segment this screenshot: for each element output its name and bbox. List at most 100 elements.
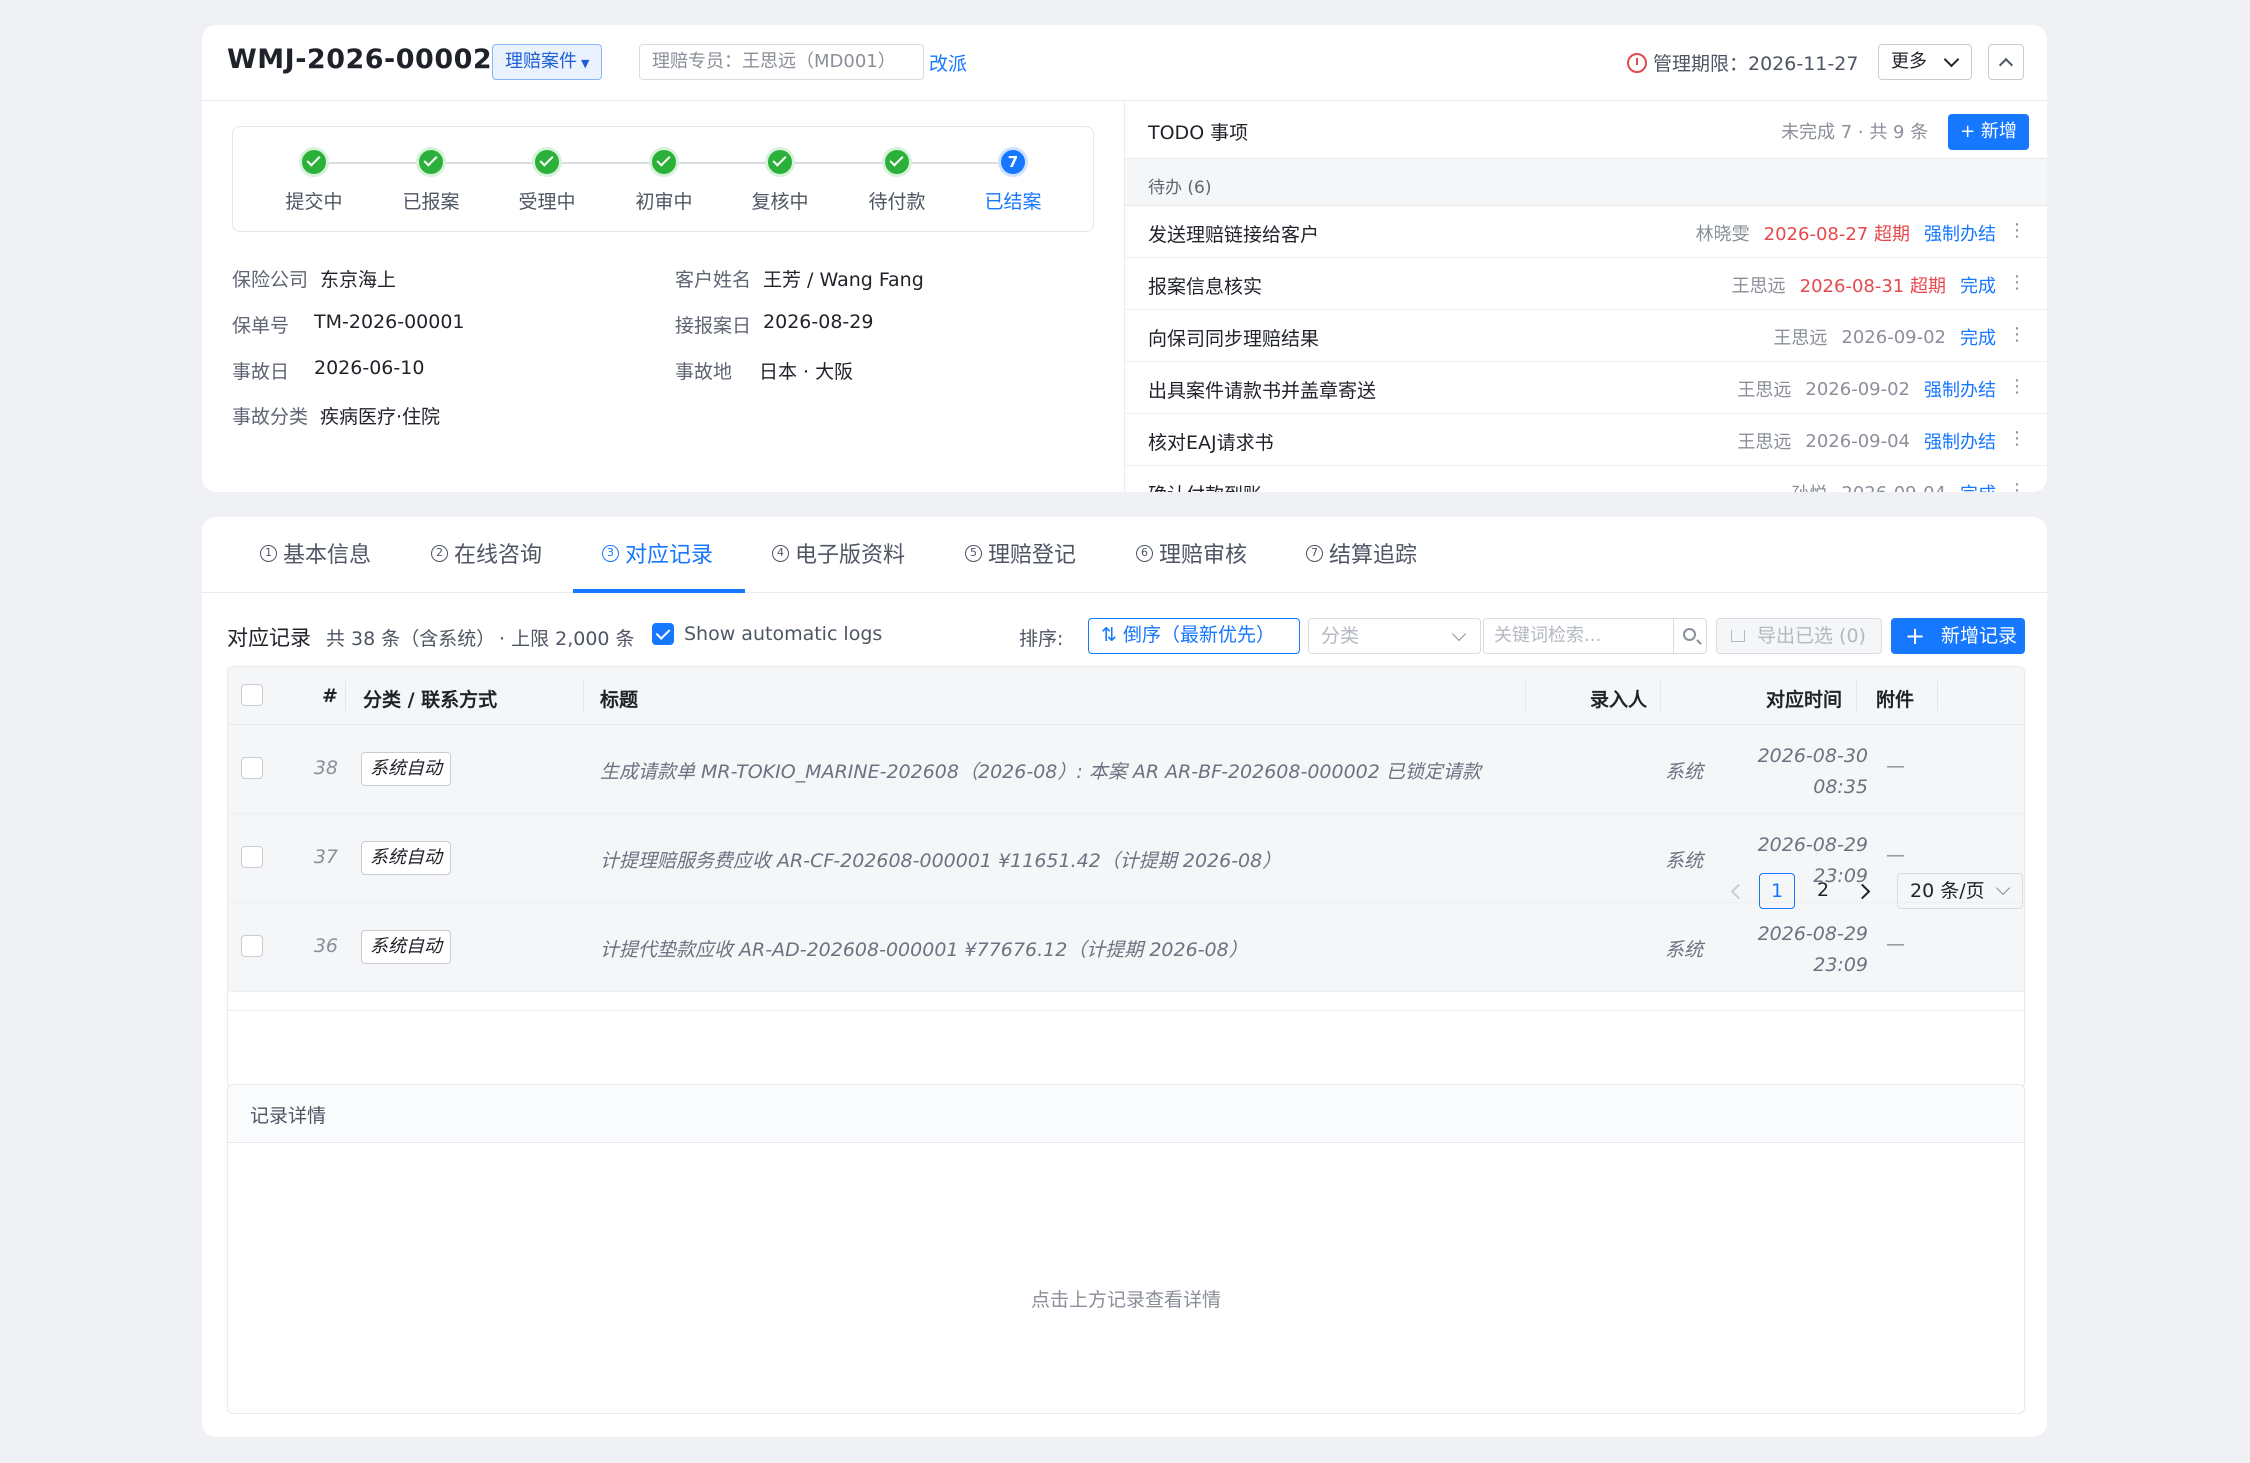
step-label: 受理中 [518,191,576,213]
step-6: 待付款 [837,147,957,214]
step-2: 已报案 [371,147,491,214]
todo-item-title: 出具案件请款书并盖章寄送 [1148,380,1377,402]
row-clock: 08:35 [1813,776,1868,798]
todo-group-pending[interactable]: 待办 (6) [1125,159,2047,206]
row-clock: 23:09 [1813,954,1868,976]
tab-claim-register[interactable]: 5 理赔登记 [965,537,1076,569]
active-tab-indicator [573,589,745,593]
todo-item-action[interactable]: 完成 [1960,272,1996,298]
row-checkbox[interactable] [241,757,263,779]
info-customer: 客户姓名 王芳 / Wang Fang [675,265,924,292]
column-title[interactable]: 标题 [600,685,638,712]
todo-item[interactable]: 报案信息核实 王思远 2026-08-31 超期 完成 ⋮ [1125,258,2047,310]
more-vertical-icon[interactable]: ⋮ [2008,480,2026,492]
todo-item-owner: 孙悦 [1791,480,1827,492]
tab-electronic-docs[interactable]: 4 电子版资料 [772,537,905,569]
todo-item-title: 发送理赔链接给客户 [1148,224,1320,246]
add-record-button[interactable]: + 新增记录 [1891,618,2025,654]
tab-label: 基本信息 [283,543,372,568]
check-icon [649,147,679,177]
todo-item-due: 2026-08-27 超期 [1763,224,1910,245]
todo-item[interactable]: 向保司同步理赔结果 王思远 2026-09-02 完成 ⋮ [1125,310,2047,362]
page-2[interactable]: 2 [1805,873,1841,909]
next-page-icon[interactable] [1851,873,1877,909]
info-value: 疾病医疗·住院 [320,406,441,428]
todo-item-action[interactable]: 强制办结 [1924,220,1996,246]
chevron-down-icon [1451,626,1467,642]
tab-settlement[interactable]: 7 结算追踪 [1306,537,1417,569]
sort-select[interactable]: ⇅ 倒序（最新优先） [1088,618,1300,654]
todo-item-title: 核对EAJ请求书 [1148,432,1274,454]
todo-item[interactable]: 确认付款到账 孙悦 2026-09-04 完成 ⋮ [1125,466,2047,492]
search-button[interactable] [1673,618,1707,654]
column-divider [583,681,584,711]
more-vertical-icon[interactable]: ⋮ [2008,220,2026,241]
tab-label: 对应记录 [625,543,714,568]
todo-item-owner: 林晓雯 [1695,224,1750,245]
reassign-link[interactable]: 改派 [929,49,967,76]
page-1[interactable]: 1 [1759,873,1795,909]
column-time[interactable]: 对应时间 [1766,685,1842,712]
row-date: 2026-08-29 [1757,923,1868,945]
row-checkbox[interactable] [241,935,263,957]
todo-item-meta: 林晓雯 2026-08-27 超期 强制办结 [1696,220,1996,246]
todo-item-action[interactable]: 强制办结 [1924,428,1996,454]
todo-item-due: 2026-08-31 超期 [1799,276,1946,297]
tab-records[interactable]: 3 对应记录 [602,537,713,569]
tab-online-consult[interactable]: 2 在线咨询 [431,537,542,569]
progress-steps: 提交中 已报案 受理中 初审中 复核中 待付款 7 已结案 [232,126,1094,232]
keyword-search-input[interactable]: 关键词检索... [1483,618,1673,654]
row-number: 36 [313,935,338,957]
more-vertical-icon[interactable]: ⋮ [2008,428,2026,449]
export-selected-button[interactable]: 导出已选 (0) [1716,618,1882,654]
todo-item-due: 2026-09-02 [1841,326,1946,348]
row-category-tag: 系统自动 [361,752,451,786]
more-vertical-icon[interactable]: ⋮ [2008,272,2026,293]
check-icon [299,147,329,177]
tab-basic-info[interactable]: 1 基本信息 [260,537,371,569]
todo-item-action[interactable]: 完成 [1960,480,1996,492]
todo-item-title: 向保司同步理赔结果 [1148,328,1320,350]
todo-item-meta: 王思远 2026-09-02 强制办结 [1737,376,1996,402]
prev-page-icon[interactable] [1723,873,1749,909]
circled-number-icon: 6 [1136,544,1153,562]
row-time: 2026-08-29 23:09 [1668,919,1868,981]
step-4: 初审中 [604,147,724,214]
check-icon [882,147,912,177]
case-type-dropdown[interactable]: 理赔案件 ▼ [492,44,603,80]
add-todo-button[interactable]: + 新增 [1948,114,2029,150]
step-label: 初审中 [635,191,693,213]
todo-panel: TODO 事项 未完成 7 · 共 9 条 + 新增 待办 (6) 发送理赔链接… [1124,101,2047,492]
todo-item-title: 确认付款到账 [1148,480,1262,492]
todo-item[interactable]: 核对EAJ请求书 王思远 2026-09-04 强制办结 ⋮ [1125,414,2047,466]
collapse-button[interactable] [1988,44,2024,80]
more-vertical-icon[interactable]: ⋮ [2008,324,2026,345]
column-divider [1856,681,1857,711]
chevron-up-icon [1998,57,2014,73]
step-label: 已报案 [402,191,460,213]
table-row[interactable]: 36 系统自动 计提代垫款应收 AR-AD-202608-000001 ¥77676… [228,903,2024,992]
todo-item[interactable]: 发送理赔链接给客户 林晓雯 2026-08-27 超期 强制办结 ⋮ [1125,206,2047,258]
checkbox-checked-icon [652,623,674,645]
row-checkbox[interactable] [241,846,263,868]
todo-item-meta: 王思远 2026-08-31 超期 完成 [1732,272,1996,298]
todo-item-action[interactable]: 强制办结 [1924,376,1996,402]
more-vertical-icon[interactable]: ⋮ [2008,376,2026,397]
tab-label: 理赔登记 [988,543,1077,568]
column-category[interactable]: 分类 / 联系方式 [363,685,497,712]
category-select[interactable]: 分类 [1308,618,1481,654]
page-size-select[interactable]: 20 条/页 [1897,873,2023,909]
select-all-checkbox[interactable] [241,684,263,706]
todo-item-meta: 王思远 2026-09-04 强制办结 [1737,428,1996,454]
info-value: 2026-06-10 [314,357,425,379]
tab-claim-review[interactable]: 6 理赔审核 [1136,537,1247,569]
todo-item-action[interactable]: 完成 [1960,324,1996,350]
more-button[interactable]: 更多 [1878,44,1972,80]
todo-item[interactable]: 出具案件请款书并盖章寄送 王思远 2026-09-02 强制办结 ⋮ [1125,362,2047,414]
table-row[interactable]: 38 系统自动 生成请款单 MR-TOKIO_MARINE-202608（2026-… [228,725,2024,814]
todo-item-meta: 孙悦 2026-09-04 完成 [1791,480,1996,493]
case-summary-card: WMJ-2026-00002 理赔案件 ▼ 理赔专员：王思远（MD001） 改派 … [202,25,2047,492]
auto-logs-checkbox[interactable]: Show automatic logs [652,623,882,645]
column-entered-by[interactable]: 录入人 [1590,685,1647,712]
todo-count: 未完成 7 · 共 9 条 [1781,122,1929,143]
